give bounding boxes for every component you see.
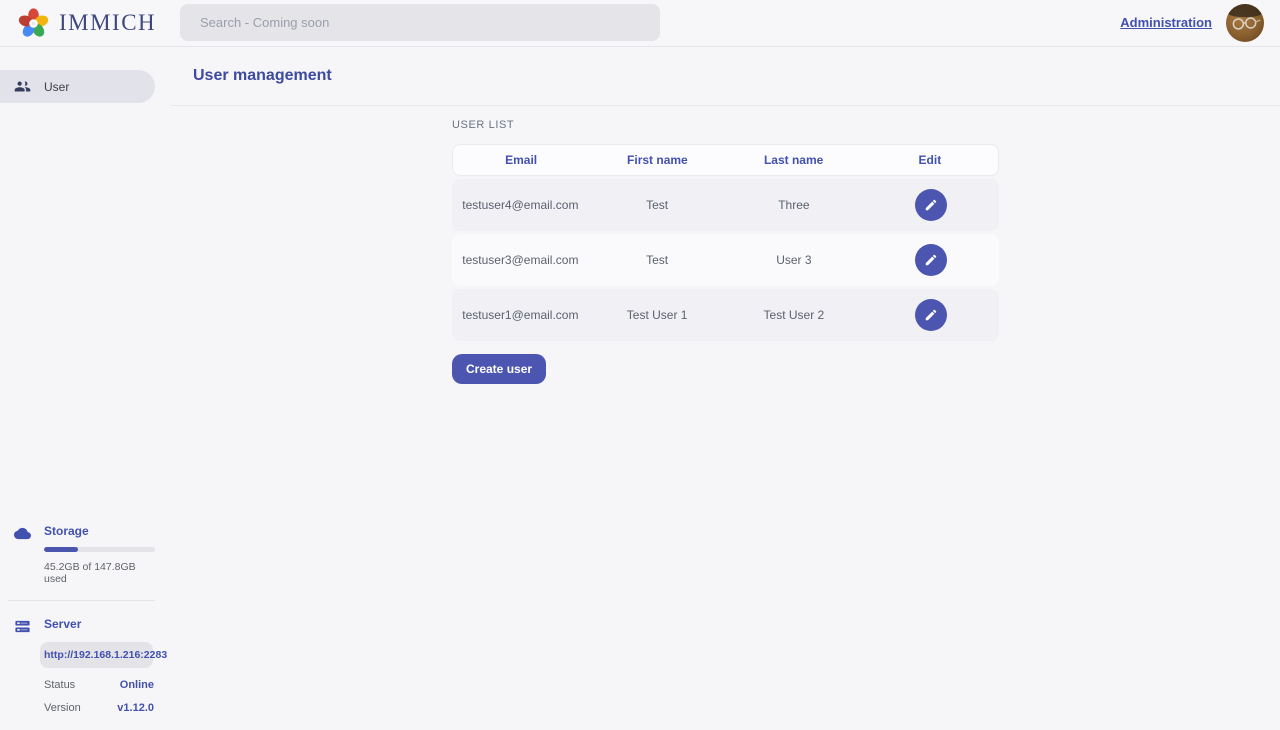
server-icon [14, 618, 31, 714]
top-bar: IMMICH Administration [0, 0, 1280, 47]
table-row: testuser3@email.com Test User 3 [452, 234, 999, 286]
server-version-value: v1.12.0 [117, 702, 154, 714]
app-body: User Storage 45.2GB of 147.8GB used [0, 47, 1280, 730]
storage-widget: Storage 45.2GB of 147.8GB used [0, 524, 155, 585]
cell-email: testuser1@email.com [462, 308, 578, 322]
create-user-button[interactable]: Create user [452, 354, 546, 384]
cell-first-name: Test [646, 198, 668, 212]
user-table: Email First name Last name Edit testuser… [452, 144, 999, 341]
pencil-icon [924, 308, 938, 322]
server-status-row: Status Online [44, 679, 154, 691]
table-row: testuser4@email.com Test Three [452, 179, 999, 231]
user-table-header: Email First name Last name Edit [452, 144, 999, 176]
column-header-last-name: Last name [764, 153, 823, 167]
app-title: IMMICH [59, 10, 156, 36]
sidebar-item-user-label: User [44, 80, 69, 94]
cell-email: testuser4@email.com [462, 198, 578, 212]
page-title: User management [193, 67, 332, 85]
section-title: USER LIST [452, 119, 999, 131]
cell-last-name: Test User 2 [764, 308, 825, 322]
edit-user-button[interactable] [915, 299, 947, 331]
cell-last-name: Three [778, 198, 809, 212]
server-version-row: Version v1.12.0 [44, 702, 154, 714]
cell-first-name: Test [646, 253, 668, 267]
avatar-photo-glasses [1226, 4, 1264, 42]
immich-flower-logo-icon [17, 7, 50, 40]
storage-usage-caption: 45.2GB of 147.8GB used [44, 561, 155, 585]
server-url-chip: http://192.168.1.216:2283 [40, 642, 153, 668]
sidebar-divider [8, 600, 155, 601]
edit-user-button[interactable] [915, 244, 947, 276]
pencil-icon [924, 198, 938, 212]
sidebar-bottom-panel: Storage 45.2GB of 147.8GB used [0, 524, 155, 714]
search-input[interactable] [180, 4, 660, 41]
column-header-first-name: First name [627, 153, 688, 167]
pencil-icon [924, 253, 938, 267]
sidebar-item-user[interactable]: User [0, 70, 155, 103]
user-avatar[interactable] [1226, 4, 1264, 42]
main-content: User management USER LIST Email First na… [171, 47, 1280, 730]
server-status-value: Online [120, 679, 154, 691]
server-version-label: Version [44, 702, 81, 714]
storage-progress-bar [44, 547, 155, 552]
cell-email: testuser3@email.com [462, 253, 578, 267]
administration-link[interactable]: Administration [1120, 15, 1212, 30]
storage-title: Storage [44, 524, 155, 538]
edit-user-button[interactable] [915, 189, 947, 221]
storage-progress-fill [44, 547, 78, 552]
admin-sidebar: User Storage 45.2GB of 147.8GB used [0, 47, 155, 730]
app-logo: IMMICH [0, 7, 156, 40]
users-icon [14, 78, 31, 95]
server-title: Server [44, 617, 154, 631]
table-row: testuser1@email.com Test User 1 Test Use… [452, 289, 999, 341]
column-header-email: Email [505, 153, 537, 167]
server-status-label: Status [44, 679, 75, 691]
cloud-icon [14, 525, 31, 585]
column-header-edit: Edit [919, 153, 942, 167]
cell-first-name: Test User 1 [627, 308, 688, 322]
cell-last-name: User 3 [776, 253, 811, 267]
page-header: User management [171, 47, 1280, 106]
server-widget: Server http://192.168.1.216:2283 Status … [0, 617, 155, 714]
user-list-section: USER LIST Email First name Last name Edi… [452, 106, 999, 384]
